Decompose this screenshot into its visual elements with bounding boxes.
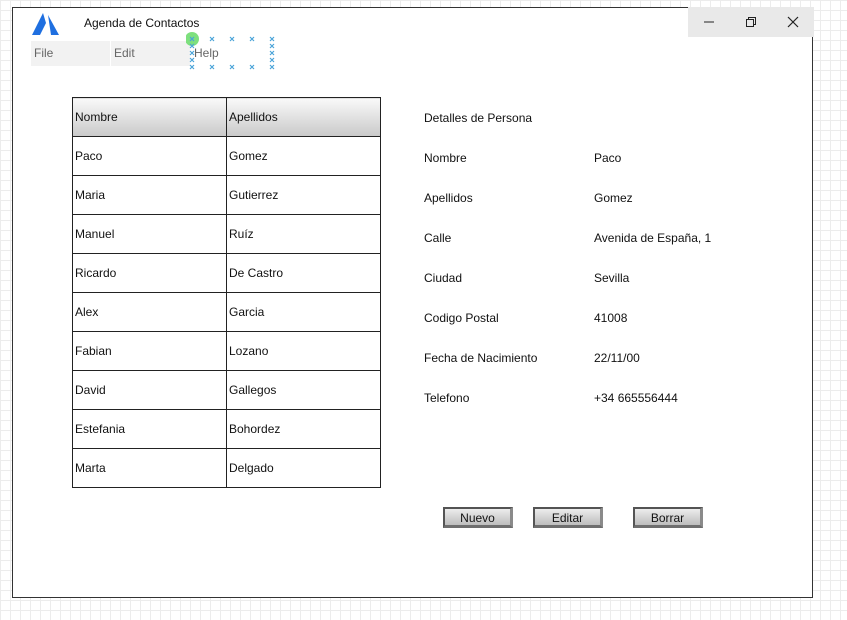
cell-nombre[interactable]: Ricardo <box>72 253 227 293</box>
cell-apellidos[interactable]: Delgado <box>226 448 381 488</box>
window-title: Agenda de Contactos <box>84 16 200 30</box>
cell-nombre[interactable]: Alex <box>72 292 227 332</box>
cell-nombre[interactable]: David <box>72 370 227 410</box>
cell-apellidos[interactable]: Gallegos <box>226 370 381 410</box>
detail-value: +34 665556444 <box>594 391 678 405</box>
table-row[interactable]: David Gallegos <box>72 370 381 410</box>
selection-dots <box>189 36 275 70</box>
close-icon <box>787 16 799 28</box>
detail-label: Apellidos <box>424 191 473 205</box>
cell-apellidos[interactable]: Ruíz <box>226 214 381 254</box>
column-header-apellidos[interactable]: Apellidos <box>226 97 381 137</box>
minimize-button[interactable] <box>688 7 730 37</box>
table-row[interactable]: Estefania Bohordez <box>72 409 381 449</box>
detail-value: Sevilla <box>594 271 630 285</box>
cell-nombre[interactable]: Estefania <box>72 409 227 449</box>
table-header-row: Nombre Apellidos <box>72 97 381 137</box>
table-row[interactable]: Fabian Lozano <box>72 331 381 371</box>
selection-handles <box>186 32 275 70</box>
cell-nombre[interactable]: Manuel <box>72 214 227 254</box>
cell-apellidos[interactable]: De Castro <box>226 253 381 293</box>
delete-button[interactable]: Borrar <box>633 507 703 528</box>
detail-label: Nombre <box>424 151 467 165</box>
details-heading: Detalles de Persona <box>424 111 533 125</box>
window-controls <box>688 7 814 37</box>
new-button[interactable]: Nuevo <box>443 507 513 528</box>
column-header-nombre[interactable]: Nombre <box>72 97 227 137</box>
menu-file[interactable]: File <box>31 41 110 66</box>
restore-icon <box>746 17 756 27</box>
detail-value: Gomez <box>594 191 633 205</box>
table-row[interactable]: Alex Garcia <box>72 292 381 332</box>
table-row[interactable]: Maria Gutierrez <box>72 175 381 215</box>
detail-value: Avenida de España, 1 <box>594 231 712 245</box>
cell-apellidos[interactable]: Gomez <box>226 136 381 176</box>
table-row[interactable]: Ricardo De Castro <box>72 253 381 293</box>
cell-apellidos[interactable]: Gutierrez <box>226 175 381 215</box>
detail-label: Fecha de Nacimiento <box>424 351 538 365</box>
edit-button[interactable]: Editar <box>533 507 603 528</box>
cell-nombre[interactable]: Fabian <box>72 331 227 371</box>
table-row[interactable]: Manuel Ruíz <box>72 214 381 254</box>
detail-label: Calle <box>424 231 452 245</box>
detail-value: 22/11/00 <box>594 351 640 365</box>
detail-label: Telefono <box>424 391 470 405</box>
cell-nombre[interactable]: Marta <box>72 448 227 488</box>
close-button[interactable] <box>772 7 814 37</box>
cell-apellidos[interactable]: Lozano <box>226 331 381 371</box>
detail-label: Ciudad <box>424 271 463 285</box>
cell-apellidos[interactable]: Garcia <box>226 292 381 332</box>
detail-label: Codigo Postal <box>424 311 499 325</box>
app-logo-icon <box>32 13 59 35</box>
restore-button[interactable] <box>730 7 772 37</box>
table-row[interactable]: Marta Delgado <box>72 448 381 488</box>
cell-nombre[interactable]: Maria <box>72 175 227 215</box>
menu-edit[interactable]: Edit <box>111 41 190 66</box>
cell-nombre[interactable]: Paco <box>72 136 227 176</box>
detail-value: Paco <box>594 151 622 165</box>
minimize-icon <box>704 21 714 23</box>
contacts-table: Nombre Apellidos Paco Gomez Maria Gutier… <box>72 97 381 488</box>
table-row[interactable]: Paco Gomez <box>72 136 381 176</box>
detail-value: 41008 <box>594 311 628 325</box>
cell-apellidos[interactable]: Bohordez <box>226 409 381 449</box>
